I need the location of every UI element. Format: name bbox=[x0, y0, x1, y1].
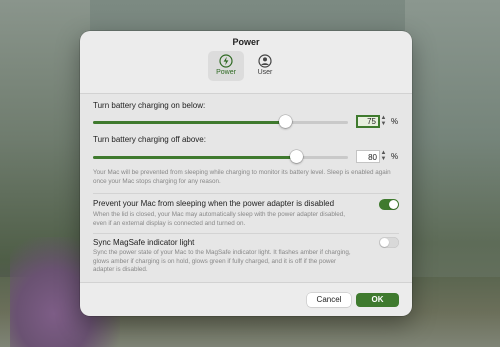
magsafe-toggle[interactable] bbox=[379, 237, 399, 248]
magsafe-title: Sync MagSafe indicator light bbox=[93, 238, 195, 247]
charge-off-slider[interactable] bbox=[93, 150, 348, 164]
slider-fill bbox=[93, 156, 297, 159]
power-settings-window: Power Power User Turn battery charging o… bbox=[80, 31, 412, 316]
tab-power[interactable]: Power bbox=[208, 51, 244, 81]
ok-button[interactable]: OK bbox=[356, 293, 399, 307]
charge-off-unit: % bbox=[391, 152, 399, 161]
charge-off-stepper[interactable]: ▲ ▼ bbox=[380, 150, 387, 163]
charge-on-slider[interactable] bbox=[93, 115, 348, 129]
cancel-button[interactable]: Cancel bbox=[307, 293, 351, 307]
charge-on-label: Turn battery charging on below: bbox=[93, 101, 206, 110]
magsafe-description: Sync the power state of your Mac to the … bbox=[93, 249, 351, 273]
charge-on-unit: % bbox=[391, 117, 399, 126]
slider-knob[interactable] bbox=[290, 150, 303, 163]
sleep-note: Your Mac will be prevented from sleeping… bbox=[93, 169, 391, 185]
toggle-knob bbox=[380, 238, 389, 247]
charge-off-label: Turn battery charging off above: bbox=[93, 135, 206, 144]
charge-off-input[interactable]: 80 bbox=[356, 150, 380, 163]
user-circle-icon bbox=[258, 54, 272, 68]
prevent-sleep-description: When the lid is closed, your Mac may aut… bbox=[93, 211, 346, 227]
slider-knob[interactable] bbox=[279, 115, 292, 128]
tab-user[interactable]: User bbox=[247, 51, 283, 81]
lightning-bolt-icon bbox=[219, 54, 233, 68]
prevent-sleep-toggle[interactable] bbox=[379, 199, 399, 210]
charge-on-stepper[interactable]: ▲ ▼ bbox=[380, 115, 387, 128]
charge-on-input[interactable]: 75 bbox=[356, 115, 380, 128]
tab-power-label: Power bbox=[216, 69, 236, 76]
divider bbox=[93, 233, 399, 234]
tab-user-label: User bbox=[257, 69, 273, 76]
divider bbox=[93, 193, 399, 194]
slider-fill bbox=[93, 121, 285, 124]
settings-panel: Turn battery charging on below: 75 ▲ ▼ % … bbox=[80, 93, 412, 283]
prevent-sleep-title: Prevent your Mac from sleeping when the … bbox=[93, 199, 335, 208]
toggle-knob bbox=[389, 200, 398, 209]
window-title: Power bbox=[232, 37, 260, 47]
